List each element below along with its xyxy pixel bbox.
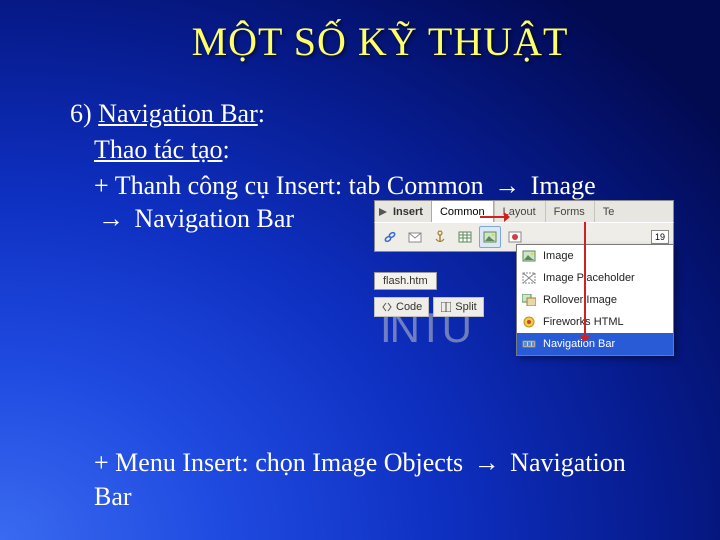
insert-panel-header: Insert Common Layout Forms Te [374,200,674,222]
dropdown-label: Navigation Bar [543,338,615,350]
dropdown-label: Image [543,250,574,262]
table-button[interactable] [454,226,476,248]
document-tab[interactable]: flash.htm [374,272,437,290]
dropdown-item-navigation-bar[interactable]: Navigation Bar [517,333,673,355]
tab-forms[interactable]: Forms [545,201,594,222]
dropdown-label: Rollover Image [543,294,617,306]
dropdown-item-image[interactable]: Image [517,245,673,267]
subheading-label: Thao tác tạo [94,135,223,164]
view-split-button[interactable]: Split [433,297,483,317]
image-placeholder-icon [521,270,537,286]
code-icon [381,301,393,313]
view-split-label: Split [455,301,476,313]
dropdown-label: Fireworks HTML [543,316,624,328]
calendar-badge[interactable]: 19 [651,230,669,244]
instruction-2: + Menu Insert: chọn Image Objects → Navi… [94,446,654,514]
view-switcher: Code Split [374,296,484,318]
instruction-2-part-a: + Menu Insert: chọn Image Objects [94,448,470,477]
section-6-label: Navigation Bar [98,99,258,128]
dropdown-label: Image Placeholder [543,272,635,284]
dropdown-item-fireworks-html[interactable]: Fireworks HTML [517,311,673,333]
section-6-prefix: 6) [70,99,98,128]
insert-panel-title: Insert [391,206,431,218]
split-icon [440,301,452,313]
image-icon [521,248,537,264]
slide-title: MỘT SỐ KỸ THUẬT [0,0,720,65]
rollover-image-icon [521,292,537,308]
arrow-icon: → [98,202,124,236]
view-code-button[interactable]: Code [374,297,429,317]
instruction-1-part-c: Navigation Bar [128,204,294,233]
subheading-colon: : [223,135,230,164]
instruction-1-part-b: Image [524,171,595,200]
dropdown-item-image-placeholder[interactable]: Image Placeholder [517,267,673,289]
navigation-bar-icon [521,336,537,352]
tab-text[interactable]: Te [594,201,624,222]
expand-icon[interactable] [378,207,388,217]
instruction-1-part-a: + Thanh công cụ Insert: tab Common [94,171,490,200]
section-6-colon: : [258,99,265,128]
arrow-icon: → [494,169,520,203]
subheading-create: Thao tác tạo: [70,133,660,167]
email-link-button[interactable] [404,226,426,248]
arrow-icon: → [474,446,500,480]
fireworks-icon [521,314,537,330]
dropdown-item-rollover-image[interactable]: Rollover Image [517,289,673,311]
tab-common[interactable]: Common [431,201,494,222]
image-button[interactable] [479,226,501,248]
image-dropdown-menu: Image Image Placeholder Rollover Image F… [516,244,674,356]
hyperlink-button[interactable] [379,226,401,248]
tab-layout[interactable]: Layout [494,201,545,222]
section-6-heading: 6) Navigation Bar: [70,97,660,131]
view-code-label: Code [396,301,422,313]
document-tab-row: flash.htm [374,270,437,292]
named-anchor-button[interactable] [429,226,451,248]
